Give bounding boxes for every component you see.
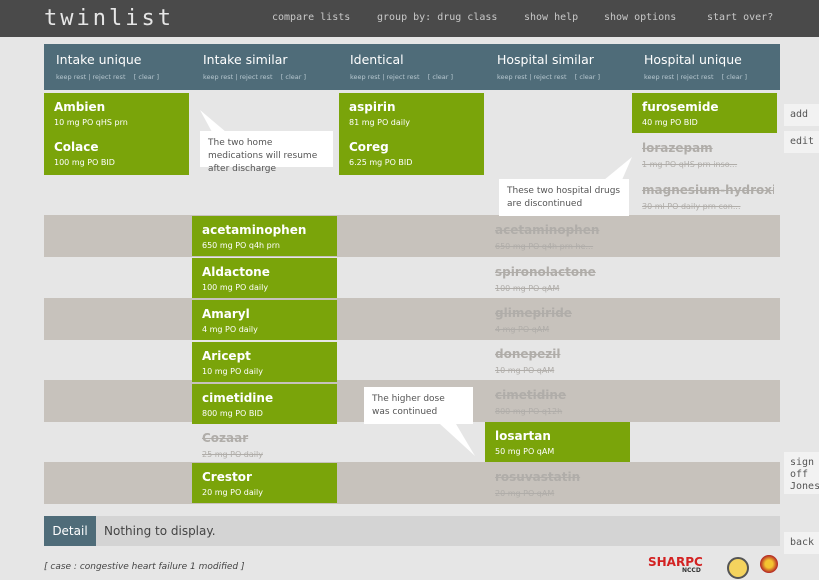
column-actions[interactable]: keep rest | reject rest [ clear ] [203, 73, 306, 81]
sharpc-logo-sub: NCCD [682, 567, 701, 574]
med-detail-rejected: 100 mg PO qAM [495, 284, 560, 293]
bubble-tail [440, 424, 475, 456]
med-name-rejected[interactable]: lorazepam [642, 141, 774, 155]
med-name-rejected[interactable]: spironolactone [495, 265, 627, 279]
med-name-rejected[interactable]: Cozaar [202, 431, 334, 445]
med-detail: 50 mg PO qAM [495, 447, 555, 456]
column-intake-similar: Intake similar keep rest | reject rest [… [191, 44, 338, 90]
med-name: aspirin [349, 100, 396, 114]
compare-lists-link[interactable]: compare lists [272, 12, 350, 23]
med-detail: 10 mg PO daily [202, 367, 263, 376]
column-intake-unique: Intake unique keep rest | reject rest [ … [44, 44, 191, 90]
row-band [44, 215, 780, 257]
med-detail-rejected: 25 mg PO daily [202, 450, 263, 459]
med-detail-rejected: 20 mg PO qAM [495, 489, 555, 498]
med-detail: 100 mg PO daily [202, 283, 269, 292]
med-detail: 40 mg PO BID [642, 118, 698, 127]
med-card-acetaminophen[interactable]: acetaminophen 650 mg PO q4h prn [192, 216, 337, 256]
show-help-link[interactable]: show help [524, 12, 578, 23]
med-detail: 650 mg PO q4h prn [202, 241, 280, 250]
med-detail: 800 mg PO BID [202, 409, 263, 418]
column-actions[interactable]: keep rest | reject rest [ clear ] [497, 73, 600, 81]
med-card-cimetidine[interactable]: cimetidine 800 mg PO BID [192, 384, 337, 424]
column-title: Hospital unique [644, 52, 742, 67]
med-name: Aldactone [202, 265, 270, 279]
seal-icon [727, 557, 749, 579]
med-name: acetaminophen [202, 223, 307, 237]
med-card-crestor[interactable]: Crestor 20 mg PO daily [192, 463, 337, 503]
detail-text: Nothing to display. [104, 524, 216, 538]
med-card-amaryl[interactable]: Amaryl 4 mg PO daily [192, 300, 337, 340]
callout-home-meds: The two home medications will resume aft… [200, 131, 333, 174]
med-name: losartan [495, 429, 551, 443]
med-detail: 20 mg PO daily [202, 488, 263, 497]
show-options-link[interactable]: show options [604, 12, 676, 23]
med-card-aspirin-coreg[interactable]: aspirin 81 mg PO daily Coreg 6.25 mg PO … [339, 93, 484, 175]
med-detail-rejected: 4 mg PO qAM [495, 325, 550, 334]
med-detail-rejected: 1 mg PO qHS prn inso... [642, 160, 738, 169]
column-hospital-unique: Hospital unique keep rest | reject rest … [632, 44, 779, 90]
med-card-furosemide[interactable]: furosemide 40 mg PO BID [632, 93, 777, 133]
med-name: Ambien [54, 100, 106, 114]
detail-bar: Detail Nothing to display. [44, 516, 780, 546]
med-detail-rejected: 800 mg PO q12h [495, 407, 563, 416]
med-name-rejected[interactable]: acetaminophen [495, 223, 627, 237]
sign-off-label: sign off [790, 457, 815, 480]
med-detail-rejected: 30 ml PO daily prn con... [642, 202, 741, 211]
column-title: Intake similar [203, 52, 288, 67]
column-hospital-similar: Hospital similar keep rest | reject rest… [485, 44, 632, 90]
med-card-aldactone[interactable]: Aldactone 100 mg PO daily [192, 258, 337, 298]
column-title: Identical [350, 52, 404, 67]
column-actions[interactable]: keep rest | reject rest [ clear ] [644, 73, 747, 81]
med-name: Colace [54, 140, 99, 154]
column-identical: Identical keep rest | reject rest [ clea… [338, 44, 485, 90]
column-actions[interactable]: keep rest | reject rest [ clear ] [350, 73, 453, 81]
med-name: cimetidine [202, 391, 274, 405]
detail-button[interactable]: Detail [44, 516, 96, 546]
med-name-rejected[interactable]: donepezil [495, 347, 627, 361]
back-button[interactable]: back [784, 532, 819, 554]
med-detail: 100 mg PO BID [54, 158, 115, 167]
med-name-rejected[interactable]: rosuvastatin [495, 470, 627, 484]
med-card-losartan[interactable]: losartan 50 mg PO qAM [485, 422, 630, 462]
med-detail-rejected: 10 mg PO qAM [495, 366, 555, 375]
column-header: Intake unique keep rest | reject rest [ … [44, 44, 780, 90]
bubble-tail [604, 157, 632, 180]
med-card-aricept[interactable]: Aricept 10 mg PO daily [192, 342, 337, 382]
med-detail-rejected: 650 mg PO q4h prn he... [495, 242, 594, 251]
med-name-rejected[interactable]: magnesium-hydroxi... [642, 183, 774, 197]
column-title: Intake unique [56, 52, 142, 67]
bubble-tail [200, 110, 226, 132]
med-name: furosemide [642, 100, 719, 114]
med-name: Crestor [202, 470, 252, 484]
callout-hospital-drugs: These two hospital drugs are discontinue… [499, 179, 629, 216]
callout-higher-dose: The higher dose was continued [364, 387, 473, 424]
med-card-ambien-colace[interactable]: Ambien 10 mg PO qHS prn Colace 100 mg PO… [44, 93, 189, 175]
edit-button[interactable]: edit [784, 131, 819, 153]
row-band [44, 298, 780, 340]
row-band [44, 462, 780, 504]
med-detail: 4 mg PO daily [202, 325, 258, 334]
university-seal-icon [760, 555, 778, 573]
med-detail: 81 mg PO daily [349, 118, 410, 127]
app-logo: twinlist [44, 6, 174, 31]
med-name-rejected[interactable]: cimetidine [495, 388, 627, 402]
top-bar: twinlist compare lists group by: drug cl… [0, 0, 819, 37]
sharpc-logo: SHARPC NCCD [648, 555, 703, 574]
group-by-link[interactable]: group by: drug class [377, 12, 497, 23]
med-detail: 6.25 mg PO BID [349, 158, 413, 167]
start-over-link[interactable]: start over? [707, 12, 773, 23]
add-button[interactable]: add [784, 104, 819, 126]
med-name: Aricept [202, 349, 251, 363]
column-actions[interactable]: keep rest | reject rest [ clear ] [56, 73, 159, 81]
case-label: [ case : congestive heart failure 1 modi… [44, 562, 245, 572]
med-name: Amaryl [202, 307, 250, 321]
signed-user: Jones, [790, 481, 819, 492]
med-name: Coreg [349, 140, 389, 154]
med-detail: 10 mg PO qHS prn [54, 118, 128, 127]
column-title: Hospital similar [497, 52, 594, 67]
sign-off-button[interactable]: sign offJones, [784, 452, 819, 494]
med-name-rejected[interactable]: glimepiride [495, 306, 627, 320]
